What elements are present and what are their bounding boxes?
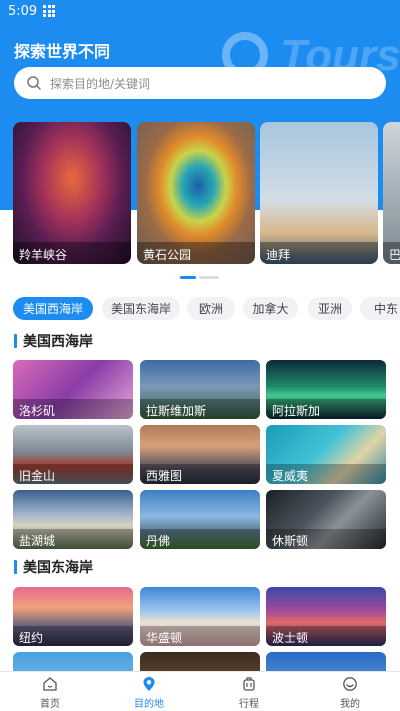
search-icon: [27, 76, 41, 90]
region-tabs: 美国西海岸 美国东海岸 欧洲 加拿大 亚洲 中东: [0, 297, 400, 321]
tabbar-label: 目的地: [134, 699, 164, 710]
tab-east-coast[interactable]: 美国东海岸: [102, 297, 180, 320]
destination-label: 休斯顿: [266, 529, 386, 549]
section-header: 美国西海岸: [14, 332, 93, 350]
destination-label: 波士顿: [266, 626, 386, 646]
app-grid-icon: [43, 5, 56, 17]
tab-asia[interactable]: 亚洲: [308, 297, 352, 320]
section-title: 美国东海岸: [23, 560, 93, 576]
destination-tile[interactable]: 休斯顿: [266, 490, 386, 549]
tab-canada[interactable]: 加拿大: [243, 297, 298, 320]
status-bar: 5:09: [0, 0, 400, 22]
destination-label: 华盛顿: [140, 626, 260, 646]
destination-label: 西雅图: [140, 464, 260, 484]
destination-tile[interactable]: 拉斯维加斯: [140, 360, 260, 419]
destination-tile[interactable]: 盐湖城: [13, 490, 133, 549]
search-bar[interactable]: 探索目的地/关键词: [14, 67, 386, 99]
destination-label: 旧金山: [13, 464, 133, 484]
tabbar-home[interactable]: 首页: [20, 676, 80, 710]
destination-label: 洛杉矶: [13, 399, 133, 419]
carousel-indicator: [180, 276, 219, 279]
carousel-card-label: 巴: [383, 242, 400, 264]
page-title: 探索世界不同: [14, 42, 111, 61]
tab-europe[interactable]: 欧洲: [187, 297, 235, 320]
featured-carousel[interactable]: 羚羊峡谷 黄石公园 迪拜 巴: [0, 122, 400, 264]
destination-label: 盐湖城: [13, 529, 133, 549]
destination-label: 拉斯维加斯: [140, 399, 260, 419]
destination-tile[interactable]: 西雅图: [140, 425, 260, 484]
carousel-card[interactable]: 黄石公园: [137, 122, 255, 264]
destination-label: 丹佛: [140, 529, 260, 549]
tabbar-label: 我的: [340, 699, 360, 710]
carousel-card[interactable]: 羚羊峡谷: [13, 122, 131, 264]
carousel-card[interactable]: 迪拜: [260, 122, 378, 264]
destination-label: 阿拉斯加: [266, 399, 386, 419]
destination-tile[interactable]: 洛杉矶: [13, 360, 133, 419]
section-header: 美国东海岸: [14, 558, 93, 576]
tabbar-label: 行程: [239, 699, 259, 710]
destination-tile[interactable]: 旧金山: [13, 425, 133, 484]
status-time: 5:09: [8, 3, 38, 19]
carousel-dot-active: [180, 276, 196, 279]
location-pin-icon: [143, 677, 155, 691]
tabbar-itinerary[interactable]: 行程: [219, 676, 279, 710]
home-icon: [43, 677, 57, 691]
bottom-tab-bar: 首页 目的地 行程 我的: [0, 671, 400, 711]
tab-middle-east[interactable]: 中东: [360, 297, 400, 320]
destination-tile[interactable]: 纽约: [13, 587, 133, 646]
carousel-card-label: 迪拜: [260, 242, 378, 264]
destination-tile[interactable]: 波士顿: [266, 587, 386, 646]
smiley-icon: [343, 677, 357, 691]
tab-west-coast[interactable]: 美国西海岸: [13, 297, 93, 320]
destination-tile[interactable]: 丹佛: [140, 490, 260, 549]
carousel-card-label: 黄石公园: [137, 242, 255, 264]
carousel-dot: [199, 276, 219, 279]
section-title: 美国西海岸: [23, 334, 93, 350]
section-accent-bar: [14, 334, 17, 348]
destination-label: 纽约: [13, 626, 133, 646]
carousel-card-label: 羚羊峡谷: [13, 242, 131, 264]
destination-tile[interactable]: 阿拉斯加: [266, 360, 386, 419]
carousel-card[interactable]: 巴: [383, 122, 400, 264]
tabbar-mine[interactable]: 我的: [320, 676, 380, 710]
search-placeholder: 探索目的地/关键词: [50, 76, 151, 91]
section-accent-bar: [14, 560, 17, 574]
luggage-icon: [243, 677, 255, 691]
destination-tile[interactable]: 夏威夷: [266, 425, 386, 484]
tabbar-destination[interactable]: 目的地: [119, 676, 179, 710]
destination-tile[interactable]: 华盛顿: [140, 587, 260, 646]
tabbar-label: 首页: [40, 699, 60, 710]
destination-label: 夏威夷: [266, 464, 386, 484]
